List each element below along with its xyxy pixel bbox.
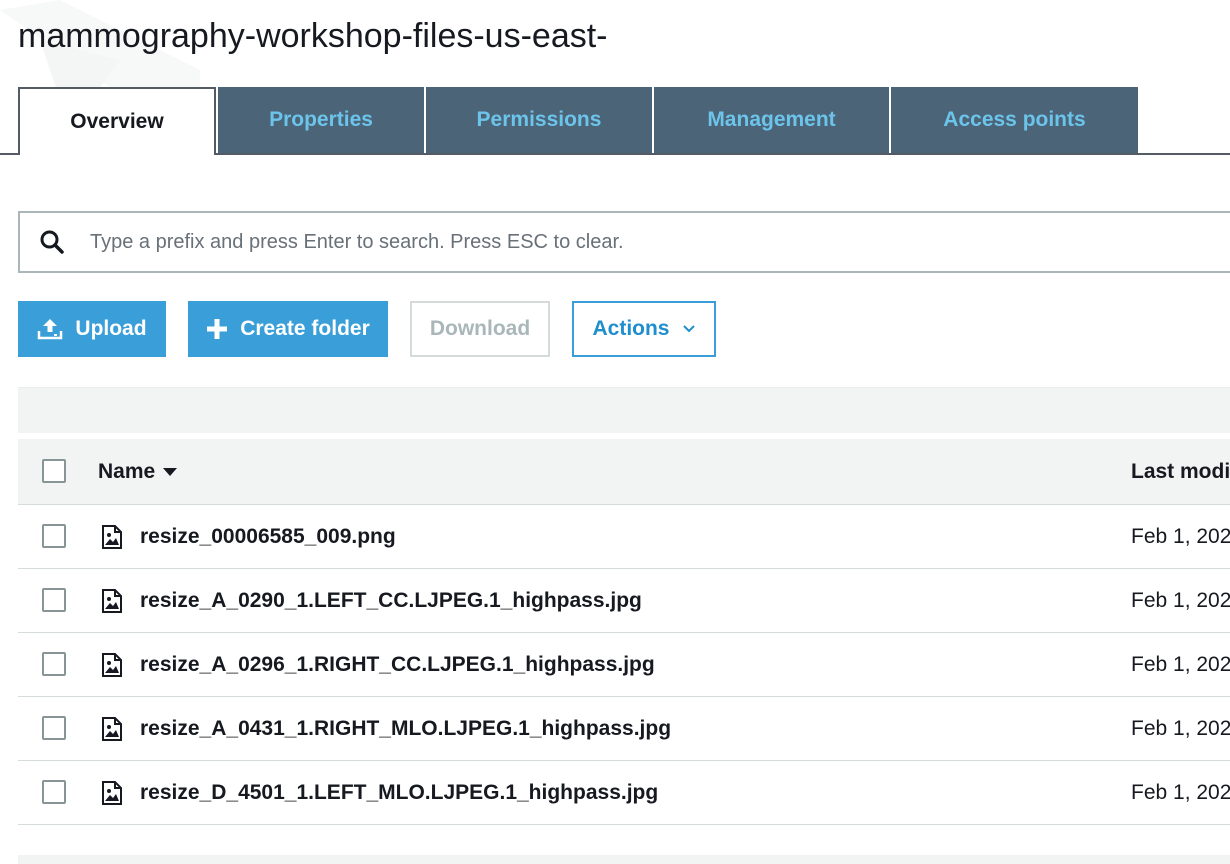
upload-icon (37, 317, 63, 341)
tab-permissions[interactable]: Permissions (426, 87, 652, 153)
plus-icon (206, 318, 228, 340)
search-icon (38, 228, 66, 256)
create-folder-button[interactable]: Create folder (188, 301, 388, 357)
file-name-link[interactable]: resize_A_0290_1.LEFT_CC.LJPEG.1_highpass… (140, 569, 642, 633)
column-header-name[interactable]: Name (98, 439, 178, 505)
table-row[interactable]: resize_A_0296_1.RIGHT_CC.LJPEG.1_highpas… (18, 633, 1230, 697)
table-bottom-band (18, 855, 1230, 864)
image-file-icon (102, 781, 122, 805)
download-button-label: Download (429, 317, 531, 340)
sort-desc-icon (163, 467, 178, 477)
upload-button[interactable]: Upload (18, 301, 166, 357)
image-file-icon (102, 717, 122, 741)
file-name-link[interactable]: resize_D_4501_1.LEFT_MLO.LJPEG.1_highpas… (140, 761, 658, 825)
s3-bucket-page: mammography-workshop-files-us-east- Over… (0, 0, 1230, 864)
image-file-icon (102, 653, 122, 677)
file-name-link[interactable]: resize_A_0296_1.RIGHT_CC.LJPEG.1_highpas… (140, 633, 655, 697)
image-file-icon (102, 589, 122, 613)
chevron-down-icon (682, 324, 696, 334)
row-checkbox[interactable] (42, 716, 66, 740)
file-last-modified: Feb 1, 202 (1131, 653, 1230, 676)
table-row[interactable]: resize_A_0431_1.RIGHT_MLO.LJPEG.1_highpa… (18, 697, 1230, 761)
row-checkbox[interactable] (42, 524, 66, 548)
file-last-modified: Feb 1, 202 (1131, 525, 1230, 548)
file-list: resize_00006585_009.png Feb 1, 202 resiz… (18, 505, 1230, 825)
redacted-region (663, 14, 1160, 61)
tab-properties[interactable]: Properties (218, 87, 424, 153)
column-header-name-label: Name (98, 460, 156, 483)
actions-dropdown-button[interactable]: Actions (572, 301, 716, 357)
bucket-title: mammography-workshop-files-us-east- (18, 16, 608, 55)
row-checkbox[interactable] (42, 780, 66, 804)
row-checkbox[interactable] (42, 652, 66, 676)
tab-management[interactable]: Management (654, 87, 889, 153)
create-folder-label: Create folder (240, 317, 370, 340)
search-input[interactable] (90, 230, 1090, 254)
file-last-modified: Feb 1, 202 (1131, 589, 1230, 612)
file-name-link[interactable]: resize_A_0431_1.RIGHT_MLO.LJPEG.1_highpa… (140, 697, 671, 761)
file-last-modified: Feb 1, 202 (1131, 781, 1230, 804)
download-button[interactable]: Download (410, 301, 550, 357)
table-row[interactable]: resize_A_0290_1.LEFT_CC.LJPEG.1_highpass… (18, 569, 1230, 633)
select-all-checkbox[interactable] (42, 459, 66, 483)
tab-access-points[interactable]: Access points (891, 87, 1138, 153)
upload-button-label: Upload (75, 317, 147, 340)
image-file-icon (102, 525, 122, 549)
table-top-band (18, 387, 1230, 433)
column-header-last-modified[interactable]: Last modi (1131, 439, 1230, 505)
table-header: Name Last modi (18, 439, 1230, 505)
tab-overview[interactable]: Overview (18, 87, 216, 155)
page-title-row: mammography-workshop-files-us-east- (18, 14, 608, 58)
actions-button-label: Actions (592, 317, 670, 340)
table-row[interactable]: resize_D_4501_1.LEFT_MLO.LJPEG.1_highpas… (18, 761, 1230, 825)
search-box (18, 211, 1230, 273)
table-row[interactable]: resize_00006585_009.png Feb 1, 202 (18, 505, 1230, 569)
file-last-modified: Feb 1, 202 (1131, 717, 1230, 740)
row-checkbox[interactable] (42, 588, 66, 612)
file-name-link[interactable]: resize_00006585_009.png (140, 505, 396, 569)
